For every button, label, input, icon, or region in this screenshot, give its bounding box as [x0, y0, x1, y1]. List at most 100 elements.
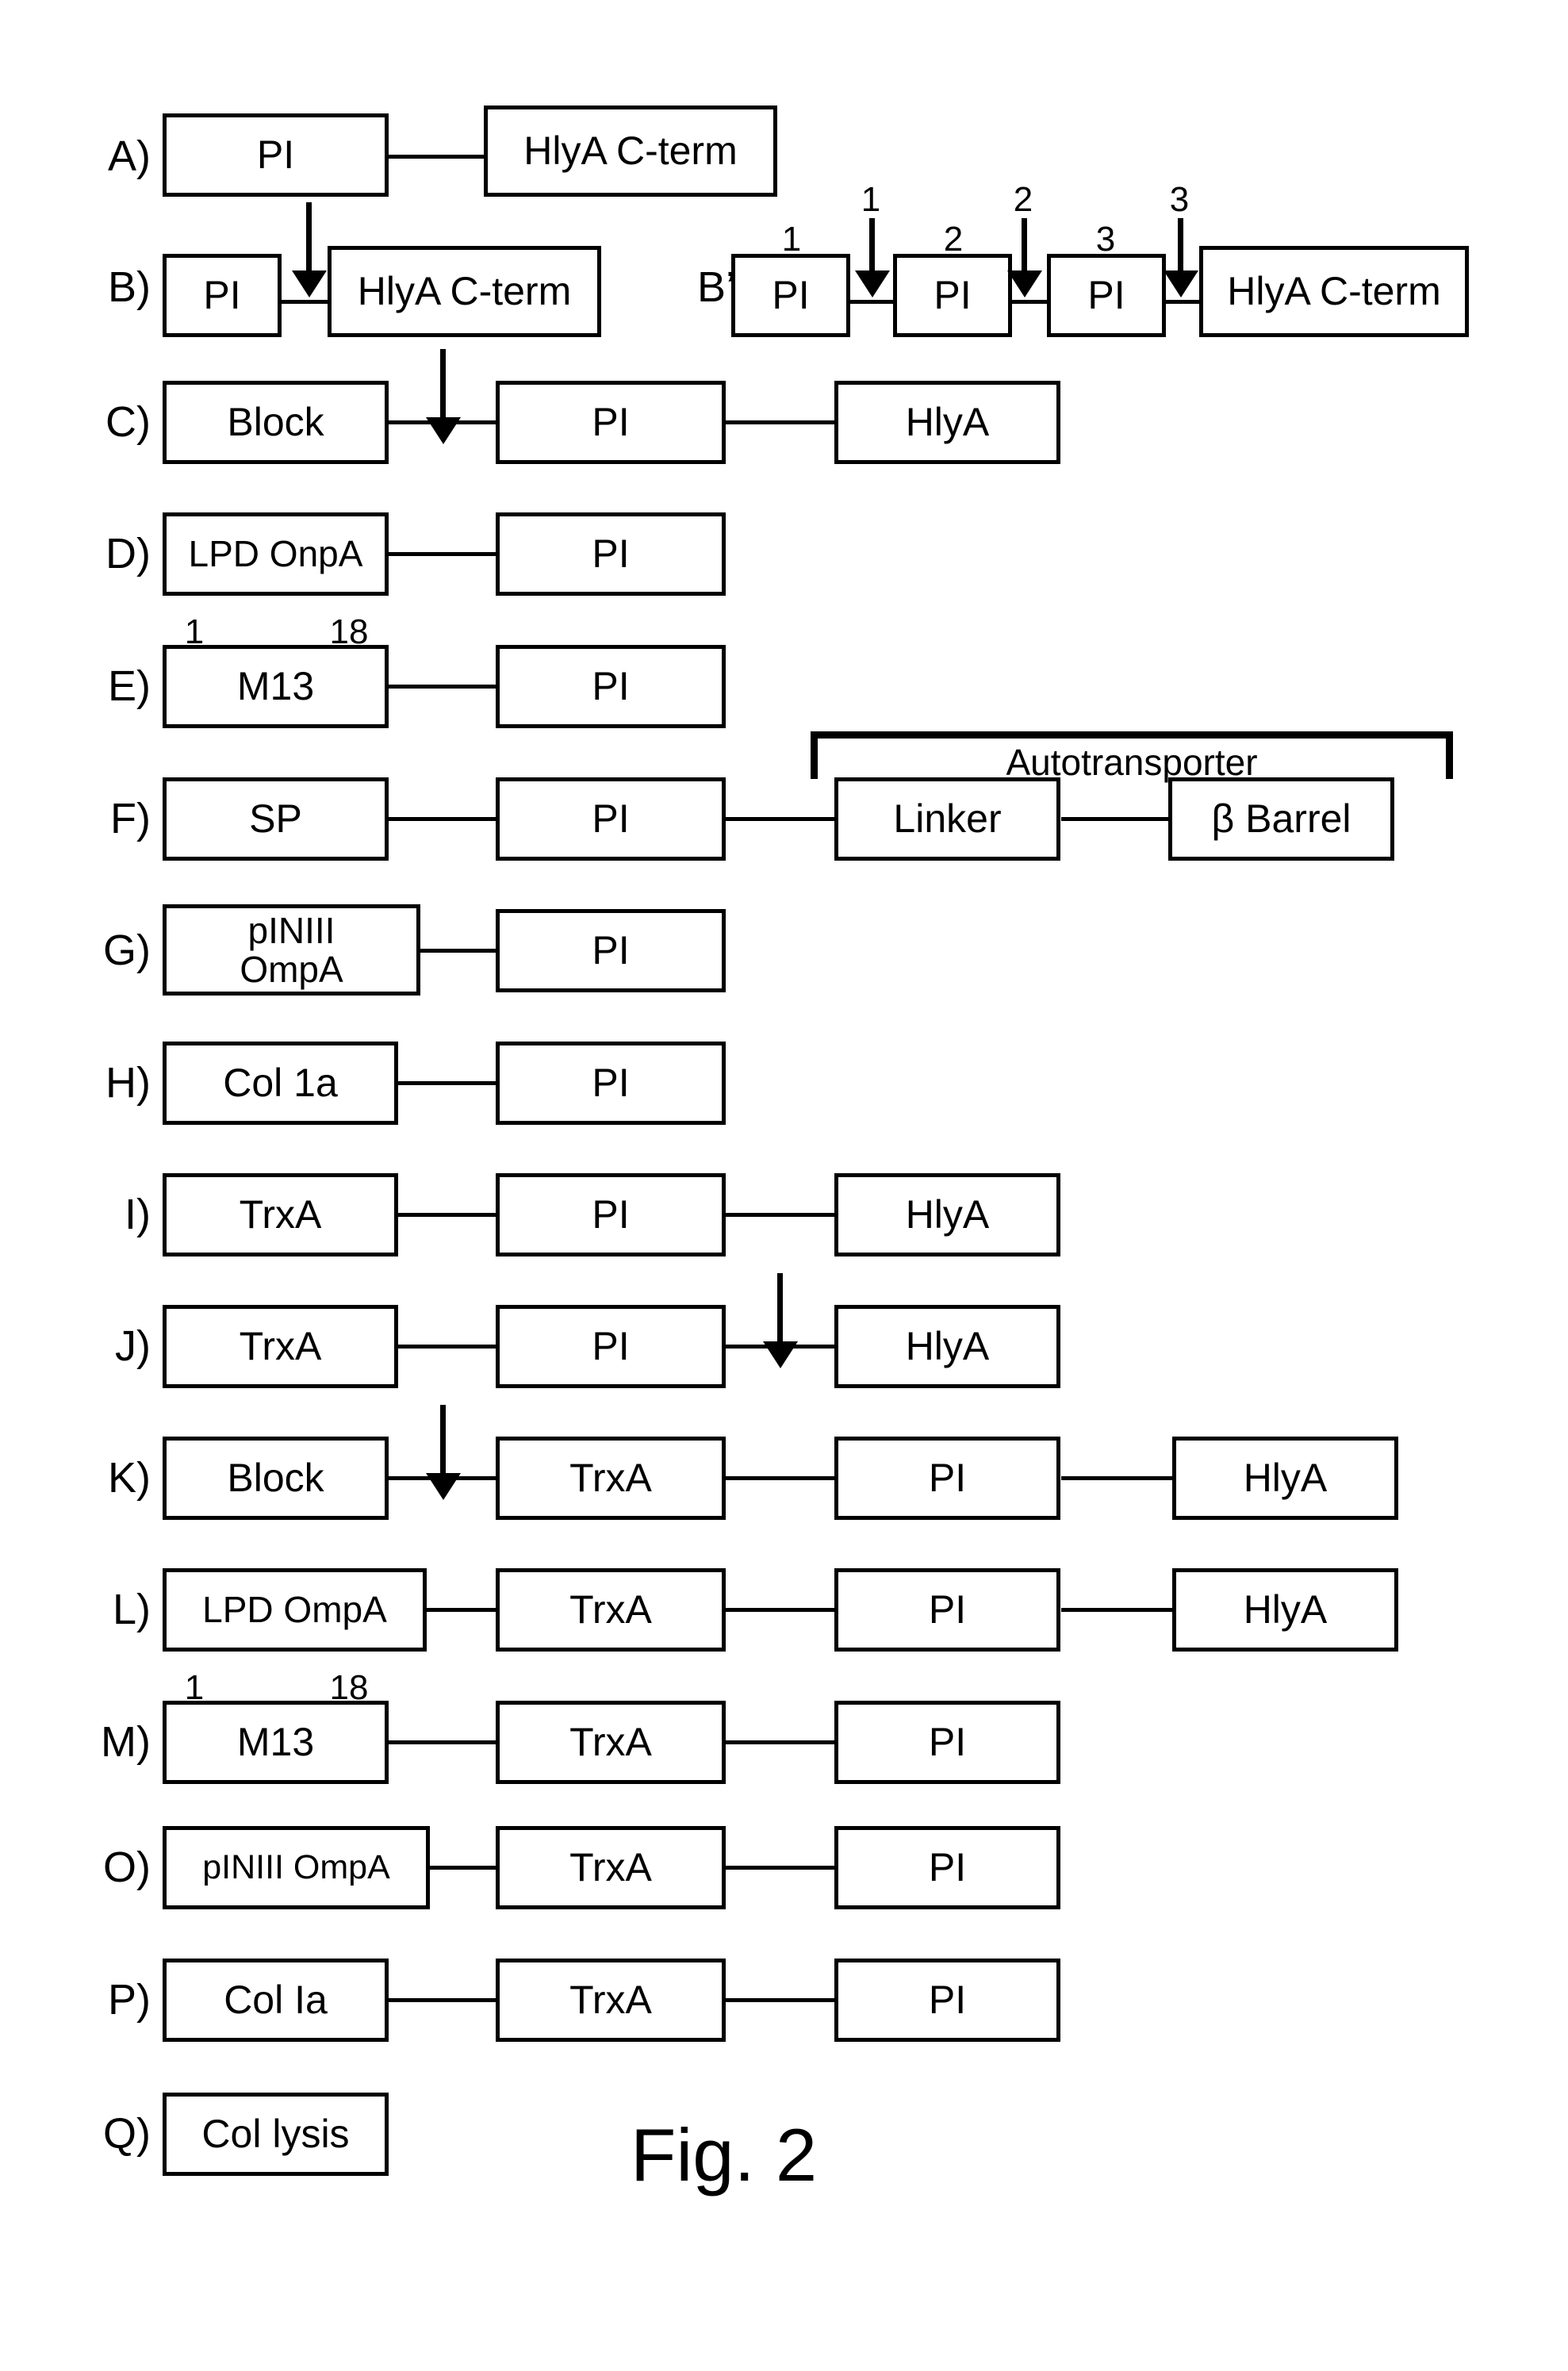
row-b-prime-box-3-number: 3: [1095, 220, 1116, 259]
row-h-connector-1: [394, 1081, 500, 1085]
row-label-b: B): [108, 263, 151, 311]
row-o-box-3: PI: [834, 1826, 1060, 1909]
row-k-arrow-1: [440, 1405, 446, 1476]
autotransporter-bracket-label: Autotransporter: [1006, 742, 1258, 783]
row-b-connector-1: [279, 300, 335, 304]
row-label-k: K): [108, 1454, 151, 1502]
row-label-o: O): [103, 1843, 151, 1891]
row-o-connector-2: [723, 1866, 838, 1870]
row-g-box-1: pINIII OmpA: [163, 904, 420, 996]
row-b-prime-arrow-1: [869, 218, 875, 274]
row-p-connector-2: [723, 1998, 838, 2002]
row-m-box-1-end-number: 18: [329, 1668, 369, 1707]
row-label-m: M): [101, 1718, 151, 1766]
row-label-l: L): [112, 1586, 151, 1633]
row-o-connector-1: [426, 1866, 500, 1870]
row-b-prime-box-2-number: 2: [943, 220, 964, 259]
row-j-connector-1: [394, 1345, 500, 1349]
row-c-box-3: HlyA: [834, 381, 1060, 464]
row-f-connector-2: [723, 817, 834, 821]
row-l-box-1: LPD OmpA: [163, 1568, 427, 1652]
row-c-box-1: Block: [163, 381, 389, 464]
row-b-prime-box-1: PI: [731, 254, 850, 337]
row-b-prime-arrow-3: [1178, 218, 1183, 274]
row-p-connector-1: [385, 1998, 500, 2002]
row-i-connector-1: [394, 1213, 500, 1217]
row-b-prime-arrow-1-number: 1: [861, 180, 881, 219]
row-m-box-1: M13: [163, 1701, 389, 1784]
row-b-prime-arrow-2-number: 2: [1013, 180, 1033, 219]
row-p-box-1: Col Ia: [163, 1959, 389, 2042]
row-i-box-1: TrxA: [163, 1173, 398, 1256]
row-e-box-1-start-number: 1: [184, 612, 205, 651]
row-k-box-2: TrxA: [496, 1437, 726, 1520]
row-k-box-3: PI: [834, 1437, 1060, 1520]
row-k-box-4: HlyA: [1172, 1437, 1398, 1520]
row-l-connector-3: [1061, 1608, 1176, 1612]
row-g-connector-1: [416, 949, 500, 953]
row-b-arrow-1: [306, 202, 312, 274]
figure-caption: Fig. 2: [631, 2113, 818, 2196]
row-q-box-1: Col lysis: [163, 2093, 389, 2176]
row-f-box-4: β Barrel: [1168, 777, 1394, 861]
row-label-f: F): [110, 795, 151, 842]
row-g-box-2: PI: [496, 909, 726, 992]
row-label-p: P): [108, 1976, 151, 2024]
row-m-box-1-start-number: 1: [184, 1668, 205, 1707]
row-f-box-3: Linker: [834, 777, 1060, 861]
row-d-box-1: LPD OnpA: [163, 512, 389, 596]
row-m-box-2: TrxA: [496, 1701, 726, 1784]
row-label-j: J): [115, 1322, 151, 1370]
row-e-box-1: M13: [163, 645, 389, 728]
row-f-connector-3: [1061, 817, 1172, 821]
row-l-connector-2: [723, 1608, 838, 1612]
row-m-connector-2: [723, 1740, 838, 1744]
row-j-box-3: HlyA: [834, 1305, 1060, 1388]
row-a-box-1: PI: [163, 113, 389, 197]
row-p-box-3: PI: [834, 1959, 1060, 2042]
row-label-a: A): [108, 132, 151, 180]
row-d-connector-1: [385, 552, 500, 556]
row-i-connector-2: [723, 1213, 838, 1217]
row-a-connector-1: [379, 155, 490, 159]
row-label-i: I): [125, 1191, 151, 1238]
row-c-box-2: PI: [496, 381, 726, 464]
row-f-box-2: PI: [496, 777, 726, 861]
row-b-prime-box-3: PI: [1047, 254, 1166, 337]
row-k-connector-3: [1061, 1476, 1176, 1480]
row-h-box-1: Col 1a: [163, 1042, 398, 1125]
row-o-box-2: TrxA: [496, 1826, 726, 1909]
row-i-box-3: HlyA: [834, 1173, 1060, 1256]
row-l-box-2: TrxA: [496, 1568, 726, 1652]
row-l-box-3: PI: [834, 1568, 1060, 1652]
row-j-box-1: TrxA: [163, 1305, 398, 1388]
row-l-box-4: HlyA: [1172, 1568, 1398, 1652]
row-m-box-3: PI: [834, 1701, 1060, 1784]
row-label-e: E): [108, 662, 151, 710]
row-i-box-2: PI: [496, 1173, 726, 1256]
row-b-prime-box-4: HlyA C-term: [1199, 246, 1469, 337]
row-f-box-1: SP: [163, 777, 389, 861]
row-f-connector-1: [385, 817, 500, 821]
row-j-box-2: PI: [496, 1305, 726, 1388]
row-c-connector-2: [723, 420, 838, 424]
row-label-g: G): [103, 927, 151, 974]
row-b-prime-box-2: PI: [893, 254, 1012, 337]
row-b-prime-box-1-number: 1: [781, 220, 802, 259]
row-j-arrow-1: [777, 1273, 783, 1345]
row-label-c: C): [105, 398, 151, 446]
patent-figure-2: A) PI HlyA C-term B) PI HlyA C-term B’) …: [0, 0, 1568, 2371]
row-h-box-2: PI: [496, 1042, 726, 1125]
row-e-box-2: PI: [496, 645, 726, 728]
row-k-box-1: Block: [163, 1437, 389, 1520]
row-label-h: H): [105, 1059, 151, 1107]
row-k-connector-2: [723, 1476, 838, 1480]
row-b-prime-arrow-3-number: 3: [1169, 180, 1190, 219]
row-c-arrow-1: [440, 349, 446, 420]
row-d-box-2: PI: [496, 512, 726, 596]
row-b-prime-arrow-2: [1022, 218, 1027, 274]
row-l-connector-1: [423, 1608, 500, 1612]
row-m-connector-1: [385, 1740, 500, 1744]
row-o-box-1: pINIII OmpA: [163, 1826, 430, 1909]
row-label-d: D): [105, 530, 151, 577]
